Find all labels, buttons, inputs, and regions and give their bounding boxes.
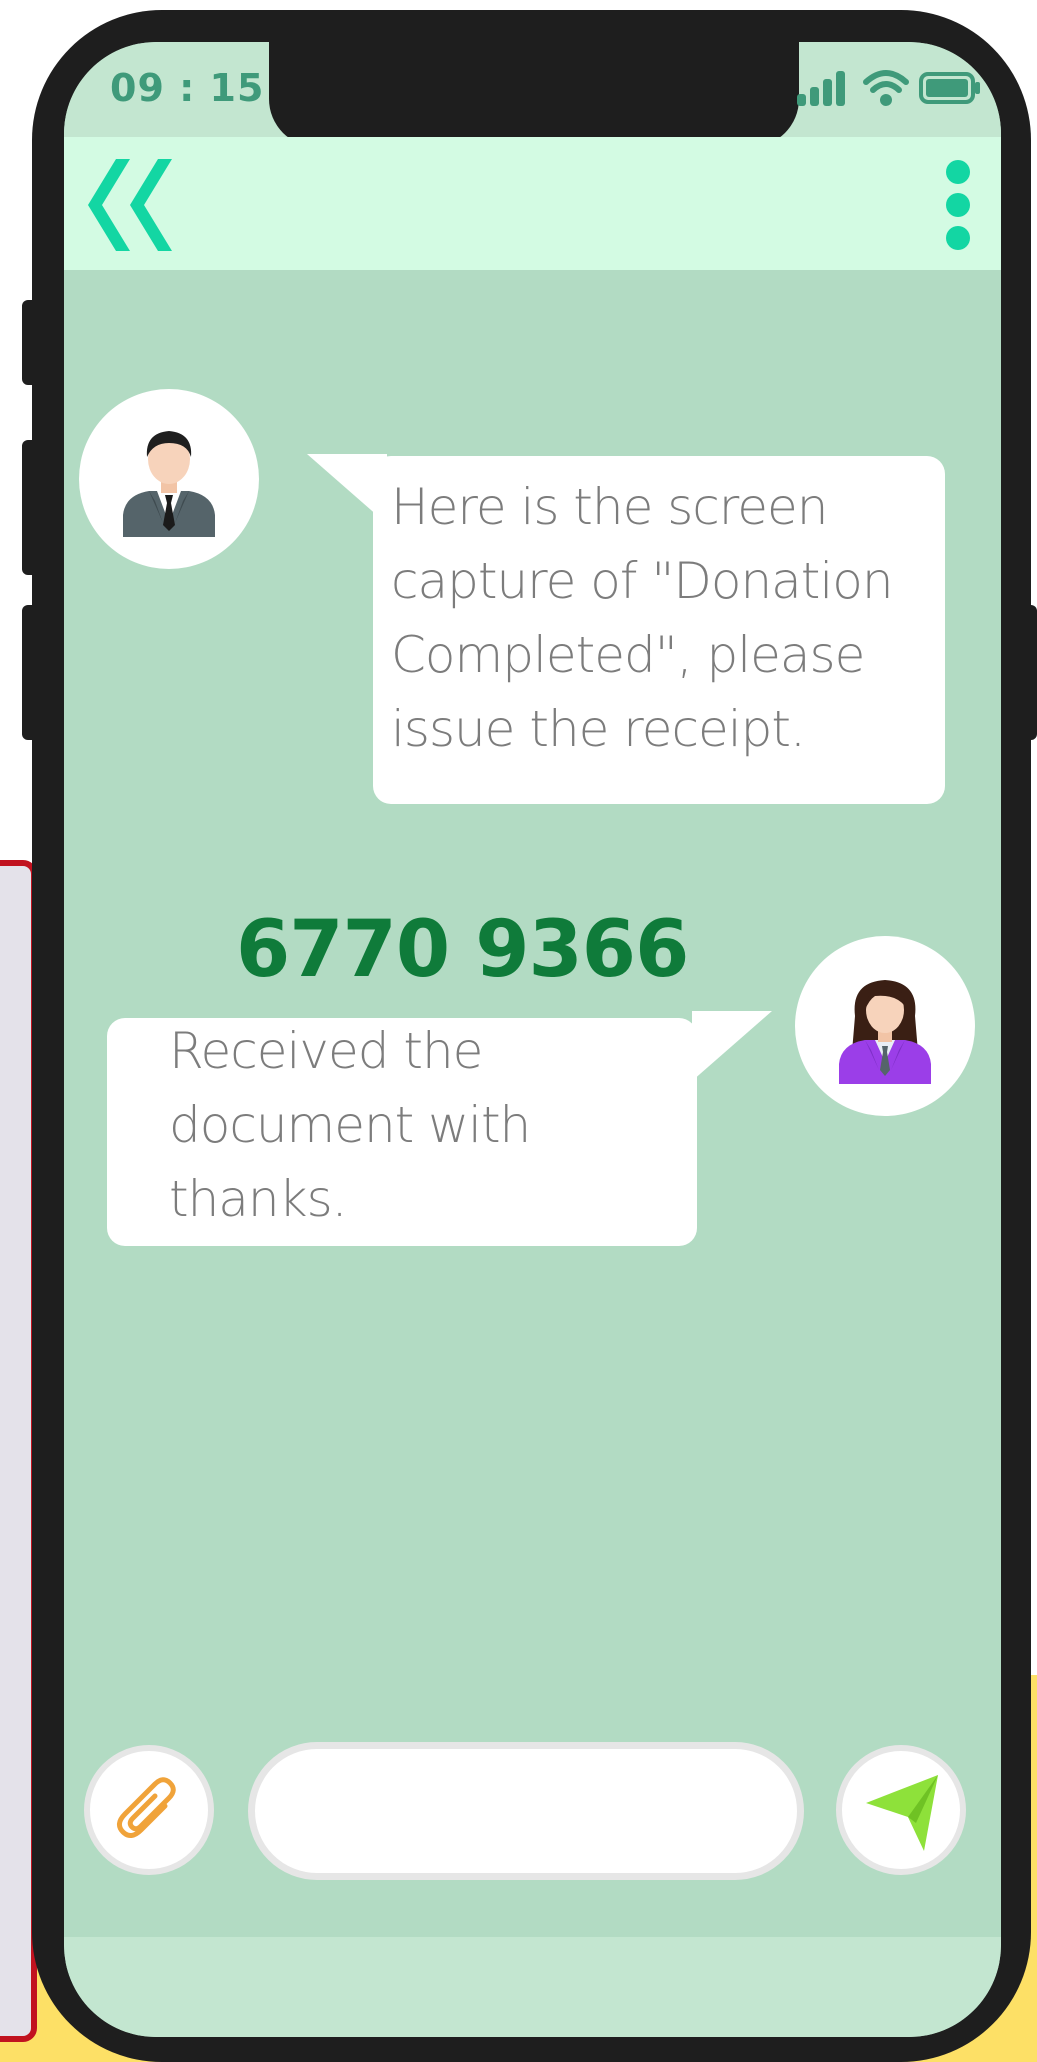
- paperclip-icon: [117, 1777, 176, 1838]
- message-text: Received the document with thanks.: [169, 1014, 689, 1236]
- message-bubble-sent: Here is the screen capture of "Donation …: [373, 456, 945, 804]
- businesswoman-avatar-icon: [839, 980, 931, 1084]
- sender-avatar-male: [79, 389, 259, 569]
- message-line: Completed", please: [391, 626, 865, 684]
- phone-screen: 09 : 15 Here is the screen capture of "D…: [64, 42, 1001, 2037]
- message-line: Here is the screen: [391, 478, 828, 536]
- chat-header: [64, 137, 1001, 270]
- status-icons: [795, 68, 981, 108]
- attach-button[interactable]: [84, 1745, 214, 1875]
- send-arrow-icon: [866, 1775, 938, 1851]
- bottom-bar: [64, 1937, 1001, 2037]
- sender-avatar-female: [795, 936, 975, 1116]
- message-bubble-received: Received the document with thanks.: [107, 1018, 697, 1246]
- status-bar: 09 : 15: [64, 42, 1001, 147]
- message-line: thanks.: [169, 1170, 348, 1228]
- message-input-field[interactable]: [248, 1742, 804, 1880]
- back-button[interactable]: [86, 157, 186, 253]
- message-line: document with: [169, 1096, 531, 1154]
- message-line: Received the: [169, 1022, 483, 1080]
- message-input[interactable]: [285, 1787, 769, 1829]
- wifi-icon: [863, 70, 909, 106]
- message-line: issue the receipt.: [391, 700, 806, 758]
- phone-notch: [269, 42, 799, 147]
- signal-bars-icon: [797, 71, 845, 106]
- phone-number-label: 6770 9366: [236, 905, 689, 995]
- battery-icon: [919, 72, 980, 104]
- message-text: Here is the screen capture of "Donation …: [391, 470, 951, 766]
- status-time: 09 : 15: [110, 66, 265, 110]
- vertical-dots-icon: [946, 160, 970, 250]
- double-chevron-left-icon: [88, 159, 172, 251]
- businessman-avatar-icon: [123, 431, 215, 537]
- message-line: capture of "Donation: [391, 552, 894, 610]
- more-options-button[interactable]: [941, 157, 975, 253]
- send-button[interactable]: [836, 1745, 966, 1875]
